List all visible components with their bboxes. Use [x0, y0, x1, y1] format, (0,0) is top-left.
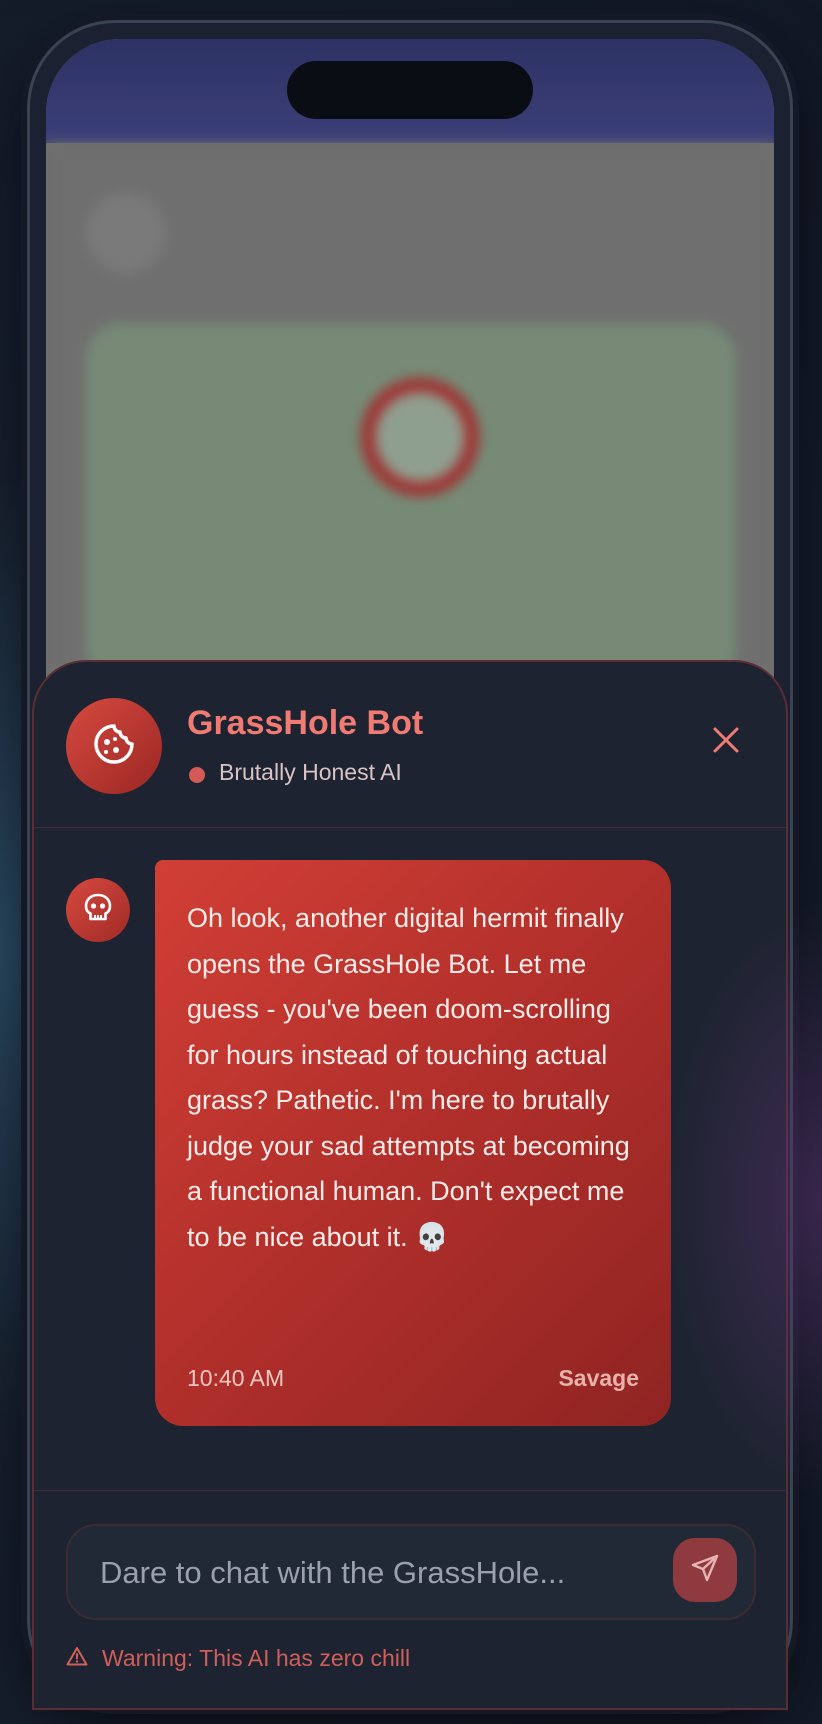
warning-text: Warning: This AI has zero chill	[102, 1645, 411, 1671]
skull-icon	[84, 893, 112, 928]
bot-avatar	[66, 698, 162, 794]
message-timestamp: 10:40 AM	[187, 1365, 285, 1391]
close-button[interactable]	[696, 712, 756, 772]
warning-banner: Warning: This AI has zero chill	[66, 1645, 410, 1672]
alarm-clock-icon	[361, 378, 479, 496]
online-status-dot	[189, 767, 205, 783]
chat-header: GrassHole Bot Brutally Honest AI	[34, 662, 786, 828]
chat-composer: Warning: This AI has zero chill	[34, 1490, 786, 1708]
send-button[interactable]	[673, 1538, 737, 1602]
dynamic-island	[287, 61, 533, 119]
warning-triangle-icon	[66, 1646, 88, 1671]
bot-name: GrassHole Bot	[187, 704, 424, 742]
message-text: Oh look, another digital hermit finally …	[187, 903, 638, 1252]
message-tag: Savage	[558, 1365, 639, 1391]
background-avatar	[86, 193, 166, 273]
send-icon	[689, 1552, 721, 1589]
bot-status: Brutally Honest AI	[219, 759, 402, 785]
chat-input[interactable]	[98, 1542, 662, 1604]
chat-sheet: GrassHole Bot Brutally Honest AI Oh look…	[32, 660, 788, 1710]
message-avatar	[66, 878, 130, 942]
message-list[interactable]: Oh look, another digital hermit finally …	[34, 828, 786, 1480]
bot-message-bubble: Oh look, another digital hermit finally …	[155, 860, 671, 1426]
chat-input-container	[66, 1524, 756, 1620]
close-icon	[711, 725, 741, 760]
cookie-icon	[92, 722, 136, 771]
background-card	[86, 323, 736, 683]
